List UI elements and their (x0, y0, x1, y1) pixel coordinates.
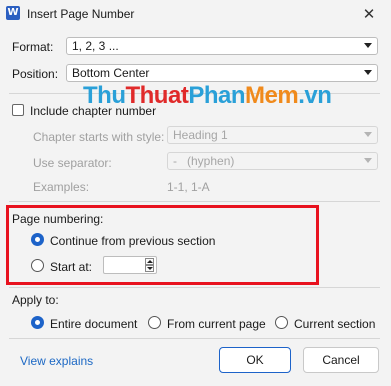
separator-value: - (hyphen) (173, 154, 235, 168)
chapter-style-select[interactable]: Heading 1 (167, 126, 378, 144)
apply-current-section-label: Current section (294, 317, 376, 331)
chevron-down-icon (364, 70, 372, 75)
view-explains-link[interactable]: View explains (20, 354, 93, 368)
close-icon[interactable]: ✕ (348, 0, 390, 30)
apply-to-label: Apply to: (12, 293, 59, 307)
apply-from-current-page-label: From current page (167, 317, 266, 331)
start-at-label: Start at: (50, 260, 93, 274)
separator-label: Use separator: (33, 156, 112, 170)
apply-entire-document-radio[interactable] (31, 316, 44, 329)
ok-button[interactable]: OK (219, 347, 291, 373)
divider (9, 287, 380, 288)
continue-label: Continue from previous section (50, 234, 216, 248)
watermark-logo: ThuThuatPhanMem.vn (83, 82, 332, 109)
divider (9, 201, 380, 202)
position-label: Position: (12, 67, 59, 81)
word-app-icon: W (6, 6, 20, 20)
include-chapter-checkbox[interactable] (12, 104, 24, 116)
arrow-down-icon (147, 267, 153, 270)
divider (9, 338, 380, 339)
continue-radio[interactable] (31, 233, 44, 246)
apply-from-current-page-radio[interactable] (148, 316, 161, 329)
examples-label: Examples: (33, 180, 90, 194)
cancel-button[interactable]: Cancel (303, 347, 379, 373)
position-select[interactable]: Bottom Center (66, 64, 378, 82)
spin-down-button[interactable] (145, 265, 154, 272)
arrow-up-icon (147, 260, 153, 263)
chevron-down-icon (364, 158, 372, 163)
start-at-radio[interactable] (31, 259, 44, 272)
position-value: Bottom Center (72, 66, 150, 80)
separator-select[interactable]: - (hyphen) (167, 152, 378, 170)
chapter-style-label: Chapter starts with style: (33, 130, 165, 144)
format-label: Format: (12, 40, 54, 54)
format-value: 1, 2, 3 ... (72, 39, 119, 53)
chevron-down-icon (364, 43, 372, 48)
format-select[interactable]: 1, 2, 3 ... (66, 37, 378, 55)
chevron-down-icon (364, 132, 372, 137)
spin-up-button[interactable] (145, 258, 154, 265)
apply-current-section-radio[interactable] (275, 316, 288, 329)
page-numbering-label: Page numbering: (12, 212, 104, 226)
dialog-title: Insert Page Number (27, 7, 135, 21)
apply-entire-document-label: Entire document (50, 317, 138, 331)
chapter-style-value: Heading 1 (173, 128, 228, 142)
examples-value: 1-1, 1-A (167, 180, 210, 194)
